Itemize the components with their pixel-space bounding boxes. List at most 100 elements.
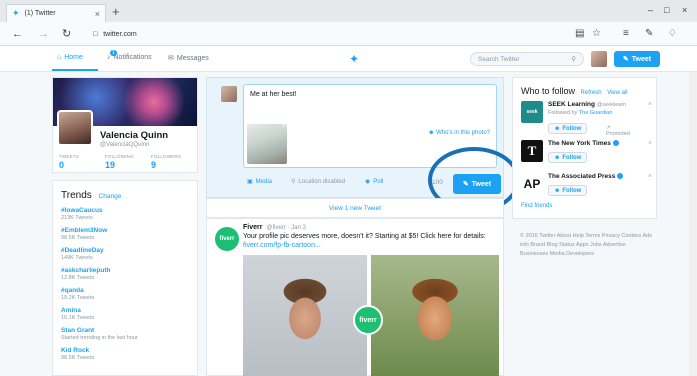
trend-item[interactable]: #IowaCaucus 213K Tweets: [61, 207, 189, 221]
tweet-item[interactable]: fiverr Fiverr @fiverr · Jan 3 Your profi…: [206, 218, 504, 376]
refresh-link[interactable]: Refresh: [581, 90, 602, 96]
address-bar[interactable]: □ twitter.com: [93, 27, 563, 41]
tweet-handle-time: @fiverr · Jan 3: [266, 225, 306, 231]
favorite-star-icon[interactable]: ☆: [592, 27, 601, 41]
tweet-avatar[interactable]: fiverr: [215, 227, 239, 251]
suggestion-handle: @seeklearn: [596, 102, 627, 108]
followed-by-label: Followed by: [548, 110, 578, 116]
stat-label: TWEETS: [59, 154, 79, 159]
close-tab-icon[interactable]: ×: [95, 9, 100, 19]
url-text: twitter.com: [103, 30, 137, 38]
stat-label: FOLLOWING: [105, 154, 134, 159]
browser-titlebar: ✦ (1) Twitter × + – □ ×: [0, 0, 697, 22]
stat-followers[interactable]: FOLLOWERS 9: [151, 154, 181, 170]
follow-label: Follow: [562, 187, 582, 194]
stat-tweets[interactable]: TWEETS 0: [59, 154, 79, 170]
follow-button[interactable]: ☻ Follow: [548, 152, 588, 163]
trend-item[interactable]: #qanda 19.2K Tweets: [61, 287, 189, 301]
suggestion-avatar[interactable]: T: [521, 140, 543, 162]
attached-photo[interactable]: [247, 123, 287, 164]
dismiss-icon[interactable]: ×: [648, 140, 652, 147]
trend-tag: #DeadlineDay: [61, 247, 104, 254]
footer-links[interactable]: © 2016 Twitter About Help Terms Privacy …: [520, 232, 654, 259]
trend-tag: Kid Rock: [61, 347, 90, 354]
profile-name[interactable]: Valencia Quinn: [100, 130, 168, 141]
forward-button[interactable]: →: [38, 27, 49, 41]
nav-home[interactable]: ⌂ Home: [57, 54, 83, 61]
minimize-button[interactable]: –: [648, 5, 653, 15]
compose-avatar: [221, 86, 237, 102]
dismiss-icon[interactable]: ×: [648, 173, 652, 180]
who-to-follow-panel: Who to follow Refresh View all seek SEEK…: [512, 77, 657, 219]
search-icon[interactable]: ⚲: [571, 55, 576, 63]
tweet-link[interactable]: fiverr.com/fp-fb-cartoon...: [243, 242, 321, 249]
promoted-label: ↗ Promoted: [606, 125, 630, 137]
search-placeholder: Search Twitter: [478, 55, 520, 63]
followed-by-link[interactable]: The Guardian: [579, 110, 613, 116]
trend-item[interactable]: #DeadlineDay 149K Tweets: [61, 247, 189, 261]
close-window-button[interactable]: ×: [682, 5, 687, 15]
new-tab-button[interactable]: +: [112, 5, 120, 19]
tweet-author[interactable]: Fiverr: [243, 224, 262, 231]
trend-tag: #qanda: [61, 287, 84, 294]
trends-header: Trends Change: [61, 190, 189, 201]
suggestion-avatar[interactable]: seek: [521, 101, 543, 123]
view-all-link[interactable]: View all: [607, 90, 628, 96]
trends-title: Trends: [61, 190, 92, 201]
reading-view-icon[interactable]: ▤: [575, 27, 584, 41]
tweet-photo-before[interactable]: [243, 255, 367, 376]
location-pin-icon: ⚲: [291, 179, 296, 185]
trend-item[interactable]: #Emblem3Now 98.5K Tweets: [61, 227, 189, 241]
who-to-follow-title: Who to follow: [521, 86, 576, 96]
trend-item[interactable]: Kid Rock 98.5K Tweets: [61, 347, 189, 361]
twitter-logo-icon[interactable]: ✦: [349, 52, 359, 66]
trend-count: 12.8K Tweets: [61, 275, 95, 281]
nav-messages[interactable]: ✉ Messages: [168, 54, 209, 63]
find-friends-link[interactable]: Find friends: [521, 203, 552, 209]
trends-change-link[interactable]: Change: [99, 193, 122, 200]
home-active-indicator: [52, 69, 98, 71]
trend-item[interactable]: Stan Grant Started trending in the last h…: [61, 327, 189, 341]
notifications-badge: 1: [110, 50, 117, 56]
tag-people-link[interactable]: ☻ Who's in this photo?: [428, 130, 490, 136]
twitter-bird-icon: ✦: [12, 8, 20, 18]
suggestion-name[interactable]: The Associated Press: [548, 173, 615, 180]
browser-tab[interactable]: ✦ (1) Twitter ×: [6, 4, 106, 22]
trend-item[interactable]: #askcharlieputh 12.8K Tweets: [61, 267, 189, 281]
stat-value: 19: [105, 160, 116, 170]
stat-following[interactable]: FOLLOWING 19: [105, 154, 134, 170]
compose-tweet-button[interactable]: ✎ Tweet: [614, 51, 660, 67]
maximize-button[interactable]: □: [664, 5, 669, 15]
page-scrollbar[interactable]: [689, 72, 697, 376]
profile-handle[interactable]: @ValenciaQQuinn: [100, 142, 149, 148]
nav-notifications[interactable]: ♪ 1 Notifications: [107, 50, 152, 61]
account-avatar[interactable]: [591, 51, 607, 67]
tweet-photo-after[interactable]: [371, 255, 499, 376]
suggestion-avatar[interactable]: AP: [521, 173, 543, 195]
web-note-icon[interactable]: ✎: [645, 27, 653, 41]
poll-button[interactable]: ◉ Poll: [365, 178, 383, 186]
location-button[interactable]: ⚲ Location disabled: [291, 178, 345, 186]
hub-icon[interactable]: ≡: [623, 27, 629, 41]
suggestion-name[interactable]: SEEK Learning: [548, 101, 595, 108]
nav-notifications-label: Notifications: [113, 54, 152, 61]
trend-item[interactable]: Amina 16.1K Tweets: [61, 307, 189, 321]
suggestion-name-line: The New York Times: [548, 140, 619, 147]
follow-button[interactable]: ☻ Follow: [548, 185, 588, 196]
back-button[interactable]: ←: [12, 27, 23, 41]
search-input[interactable]: Search Twitter ⚲: [470, 52, 584, 66]
suggestion-name[interactable]: The New York Times: [548, 140, 611, 147]
fiverr-badge: fiverr: [353, 305, 383, 335]
verified-badge-icon: [612, 140, 619, 147]
dismiss-icon[interactable]: ×: [648, 101, 652, 108]
trend-tag: Amina: [61, 307, 81, 314]
add-media-button[interactable]: ▣ Media: [247, 178, 272, 186]
new-tweets-bar[interactable]: View 1 new Tweet: [206, 198, 504, 218]
reload-button[interactable]: ↻: [62, 27, 71, 41]
follow-button[interactable]: ☻ Follow: [548, 123, 588, 134]
trend-count: Started trending in the last hour: [61, 335, 138, 341]
tweet-author-line: Fiverr @fiverr · Jan 3: [243, 224, 306, 231]
profile-avatar[interactable]: [57, 110, 93, 146]
share-icon[interactable]: ♢: [668, 27, 677, 41]
suggestion-context: Followed by The Guardian: [548, 110, 612, 116]
